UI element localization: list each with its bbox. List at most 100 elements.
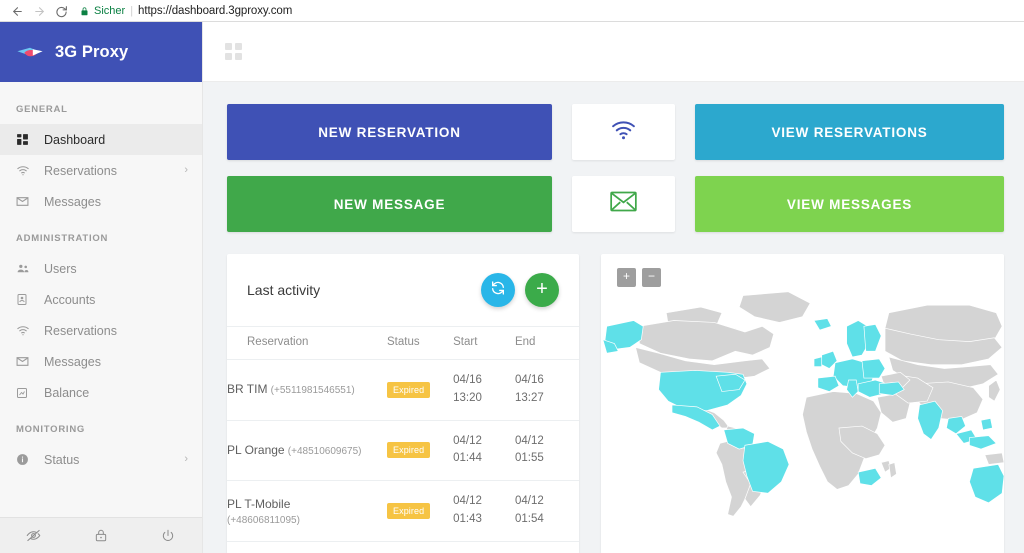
table-row[interactable]: PL T-Mobile (+48606811095) Expired 04/12… <box>227 480 579 542</box>
url-text[interactable]: https://dashboard.3gproxy.com <box>138 5 292 17</box>
activity-table-body: BR TIM (+5511981546551) Expired 04/16 13:… <box>227 359 579 553</box>
wifi-icon <box>16 324 36 337</box>
end-time: 01:55 <box>514 452 544 465</box>
table-row[interactable]: PL Orange (+48510609675) Expired 04/12 01… <box>227 420 579 482</box>
start-time: 01:44 <box>453 452 482 465</box>
status-badge: Expired <box>387 381 431 398</box>
column-header-status: Status <box>387 326 454 360</box>
nav-section-general: GENERAL <box>16 104 68 115</box>
new-reservation-button[interactable]: NEW RESERVATION <box>227 104 552 160</box>
cell-start: 04/12 01:44 <box>453 420 515 482</box>
add-button[interactable]: + <box>525 273 559 307</box>
view-messages-button[interactable]: VIEW MESSAGES <box>695 176 1004 232</box>
envelope-icon <box>16 195 36 208</box>
start-date: 04/12 <box>453 434 482 447</box>
start-date: 04/12 <box>453 495 482 508</box>
sidebar-item-accounts[interactable]: Accounts <box>0 284 202 315</box>
sidebar-item-label: Balance <box>44 385 90 400</box>
sidebar-item-label: Messages <box>44 194 101 209</box>
map-zoom-controls: + − <box>617 268 661 287</box>
brand-logo-icon <box>17 47 43 57</box>
sidebar-item-users[interactable]: Users <box>0 253 202 284</box>
reservation-number: (+48510609675) <box>287 445 362 457</box>
info-icon <box>16 453 36 466</box>
last-activity-card: Last activity + Reservation Status Start… <box>227 254 579 553</box>
cell-status: Expired <box>387 359 454 421</box>
sidebar-item-balance[interactable]: Balance <box>0 377 202 408</box>
back-arrow-icon[interactable] <box>6 1 28 21</box>
grid-toggle-icon[interactable] <box>225 42 243 61</box>
cell-reservation: IT H3G (+393922580162) <box>227 541 387 553</box>
nav-section-administration: ADMINISTRATION <box>16 233 109 244</box>
cell-status: Expired <box>387 480 454 542</box>
view-reservations-button[interactable]: VIEW RESERVATIONS <box>695 104 1004 160</box>
brand-name: 3G Proxy <box>55 42 129 61</box>
envelope-icon <box>610 191 637 217</box>
map-zoom-out-button[interactable]: − <box>642 268 661 287</box>
table-header-row: Reservation Status Start End <box>227 326 579 360</box>
sidebar-item-label: Accounts <box>44 292 96 307</box>
cell-start: 04/12 01:43 <box>453 480 515 542</box>
dashboard-panels: Last activity + Reservation Status Start… <box>227 254 1004 553</box>
table-row[interactable]: BR TIM (+5511981546551) Expired 04/16 13:… <box>227 359 579 421</box>
sidebar-footer <box>0 517 202 553</box>
envelope-icon <box>16 355 36 368</box>
end-date: 04/12 <box>514 495 544 508</box>
column-header-reservation: Reservation <box>227 326 387 360</box>
card-actions: + <box>481 273 559 307</box>
eye-off-icon[interactable] <box>19 524 49 548</box>
sidebar-item-label: Messages <box>44 354 101 369</box>
new-message-button[interactable]: NEW MESSAGE <box>227 176 552 232</box>
sidebar-item-dashboard[interactable]: Dashboard <box>0 124 202 155</box>
world-map[interactable] <box>601 254 1004 553</box>
end-time: 01:54 <box>514 513 544 526</box>
cell-reservation: PL Orange (+48510609675) <box>227 420 387 482</box>
status-badge: Expired <box>387 503 431 520</box>
cell-status: Expired <box>387 541 454 553</box>
quick-actions: NEW RESERVATION VIEW RESERVATIONS NEW ME… <box>227 104 1004 232</box>
sidebar-item-admin-reservations[interactable]: Reservations <box>0 315 202 346</box>
lock-icon[interactable] <box>86 524 116 548</box>
app-shell: 3G Proxy GENERAL Dashboard Reservations … <box>0 22 1024 553</box>
cell-reservation: BR TIM (+5511981546551) <box>227 359 387 421</box>
forward-arrow-icon[interactable] <box>28 1 50 21</box>
wifi-icon <box>16 164 36 177</box>
reservation-name: PL T-Mobile <box>227 496 291 511</box>
sidebar-item-label: Reservations <box>44 323 117 338</box>
world-map-card: + − <box>601 254 1004 553</box>
column-header-start: Start <box>453 326 515 360</box>
reload-icon[interactable] <box>50 1 72 21</box>
account-card-icon <box>16 293 36 306</box>
sidebar-item-status[interactable]: Status › <box>0 444 202 475</box>
refresh-button[interactable] <box>481 273 515 307</box>
reservation-number: (+48606811095) <box>227 514 300 526</box>
lock-icon <box>80 6 89 17</box>
address-bar[interactable]: Sicher | https://dashboard.3gproxy.com <box>80 2 1018 20</box>
power-icon[interactable] <box>153 524 183 548</box>
start-time: 13:20 <box>453 391 482 404</box>
activity-table: Reservation Status Start End BR TIM (+55… <box>227 326 579 553</box>
brand-header[interactable]: 3G Proxy <box>0 22 202 82</box>
sidebar-item-reservations[interactable]: Reservations › <box>0 155 202 186</box>
plus-icon: + <box>536 278 548 300</box>
secure-label: Sicher <box>94 5 126 17</box>
refresh-icon <box>490 280 506 301</box>
last-activity-header: Last activity + <box>227 254 579 326</box>
table-row[interactable]: IT H3G (+393922580162) Expired 04/1014:5… <box>227 541 579 553</box>
new-reservation-icon-button[interactable] <box>572 104 675 160</box>
sidebar-item-admin-messages[interactable]: Messages <box>0 346 202 377</box>
start-date: 04/16 <box>453 374 482 386</box>
new-message-icon-button[interactable] <box>572 176 675 232</box>
map-zoom-in-button[interactable]: + <box>617 268 636 287</box>
cell-status: Expired <box>387 420 454 482</box>
topbar <box>203 22 1024 82</box>
reservation-name: PL Orange <box>227 442 285 457</box>
cell-start: 04/1014:58 <box>453 541 515 553</box>
sidebar-item-messages[interactable]: Messages <box>0 186 202 217</box>
cell-end: 04/16 13:27 <box>514 359 579 421</box>
end-date: 04/12 <box>514 434 544 447</box>
chevron-right-icon: › <box>184 164 188 176</box>
end-time: 13:27 <box>514 391 544 404</box>
start-time: 01:43 <box>453 513 482 526</box>
wifi-icon <box>610 119 637 146</box>
